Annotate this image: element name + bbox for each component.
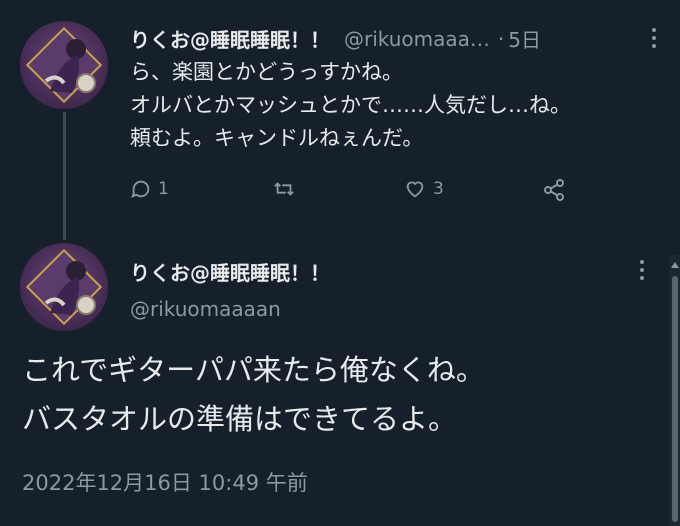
scroll-up-arrow-icon[interactable] (671, 262, 679, 268)
retweet-button[interactable] (272, 178, 302, 200)
tweet-timestamp[interactable]: 2022年12月16日 10:49 午前 (22, 467, 308, 497)
handle[interactable]: @rikuomaaa… (344, 27, 490, 51)
like-count: 3 (433, 179, 444, 199)
retweet-icon (274, 182, 294, 196)
reply-header: りくお@睡眠睡眠！！ @rikuomaaa… · 5日 (130, 24, 541, 53)
separator: · (497, 26, 505, 51)
reply-button[interactable]: 1 (130, 178, 169, 200)
display-name[interactable]: りくお@睡眠睡眠！！ (130, 24, 330, 53)
display-name[interactable]: りくお@睡眠睡眠！！ (130, 257, 330, 286)
scrollbar-thumb[interactable] (672, 276, 678, 522)
reply-text: ら、楽園とかどうっすかね。 オルバとかマッシュとかで……人気だし…ね。 頼むよ。… (130, 56, 571, 155)
action-bar: 1 3 (130, 170, 610, 210)
tweet-time[interactable]: 5日 (508, 24, 541, 53)
avatar[interactable] (20, 21, 108, 109)
more-icon[interactable] (644, 26, 664, 50)
avatar-illustration (25, 26, 103, 104)
text-line: ら、楽園とかどうっすかね。 (130, 60, 403, 84)
main-tweet-text: これでギターパパ来たら俺なくね。 バスタオルの準備はできてるよ。 (22, 346, 485, 444)
text-line: これでギターパパ来たら俺なくね。 (22, 353, 485, 387)
thread-line (63, 112, 66, 240)
avatar-illustration (25, 248, 103, 326)
like-button[interactable]: 3 (403, 178, 444, 200)
reply-icon (131, 180, 150, 199)
text-line: オルバとかマッシュとかで……人気だし…ね。 (130, 93, 571, 117)
more-icon[interactable] (632, 258, 652, 282)
handle[interactable]: @rikuomaaaan (130, 297, 281, 321)
share-button[interactable] (542, 178, 566, 202)
text-line: バスタオルの準備はできてるよ。 (22, 402, 458, 436)
reply-count: 1 (158, 179, 169, 199)
main-handle-row: @rikuomaaaan (130, 297, 281, 321)
like-icon (406, 181, 424, 198)
avatar[interactable] (20, 243, 108, 331)
share-icon (544, 179, 564, 201)
main-display-name-row: りくお@睡眠睡眠！！ (130, 257, 330, 286)
text-line: 頼むよ。キャンドルねぇんだ。 (130, 126, 424, 150)
